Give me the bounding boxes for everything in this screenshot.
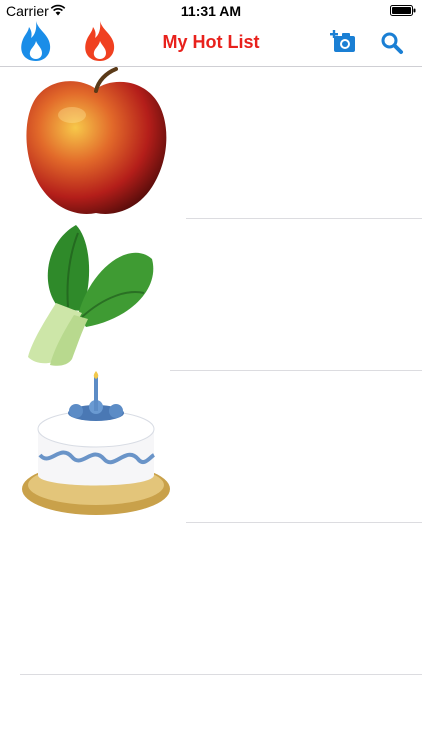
row-separator [20, 674, 422, 675]
birthday-cake-image [22, 371, 170, 515]
add-photo-camera-icon[interactable] [330, 30, 356, 54]
battery-icon [390, 5, 416, 16]
status-bar: Carrier 11:31 AM [0, 0, 422, 22]
hot-list [0, 67, 422, 675]
search-icon[interactable] [380, 31, 404, 55]
bok-choy-image [28, 225, 154, 366]
page-title: My Hot List [162, 32, 260, 52]
status-time: 11:31 AM [180, 3, 242, 19]
apple-image [26, 67, 167, 214]
list-item[interactable] [0, 219, 422, 371]
list-item[interactable] [0, 371, 422, 523]
navigation-bar: My Hot List [0, 21, 422, 67]
list-item[interactable] [0, 523, 422, 675]
list-item[interactable] [0, 67, 422, 219]
